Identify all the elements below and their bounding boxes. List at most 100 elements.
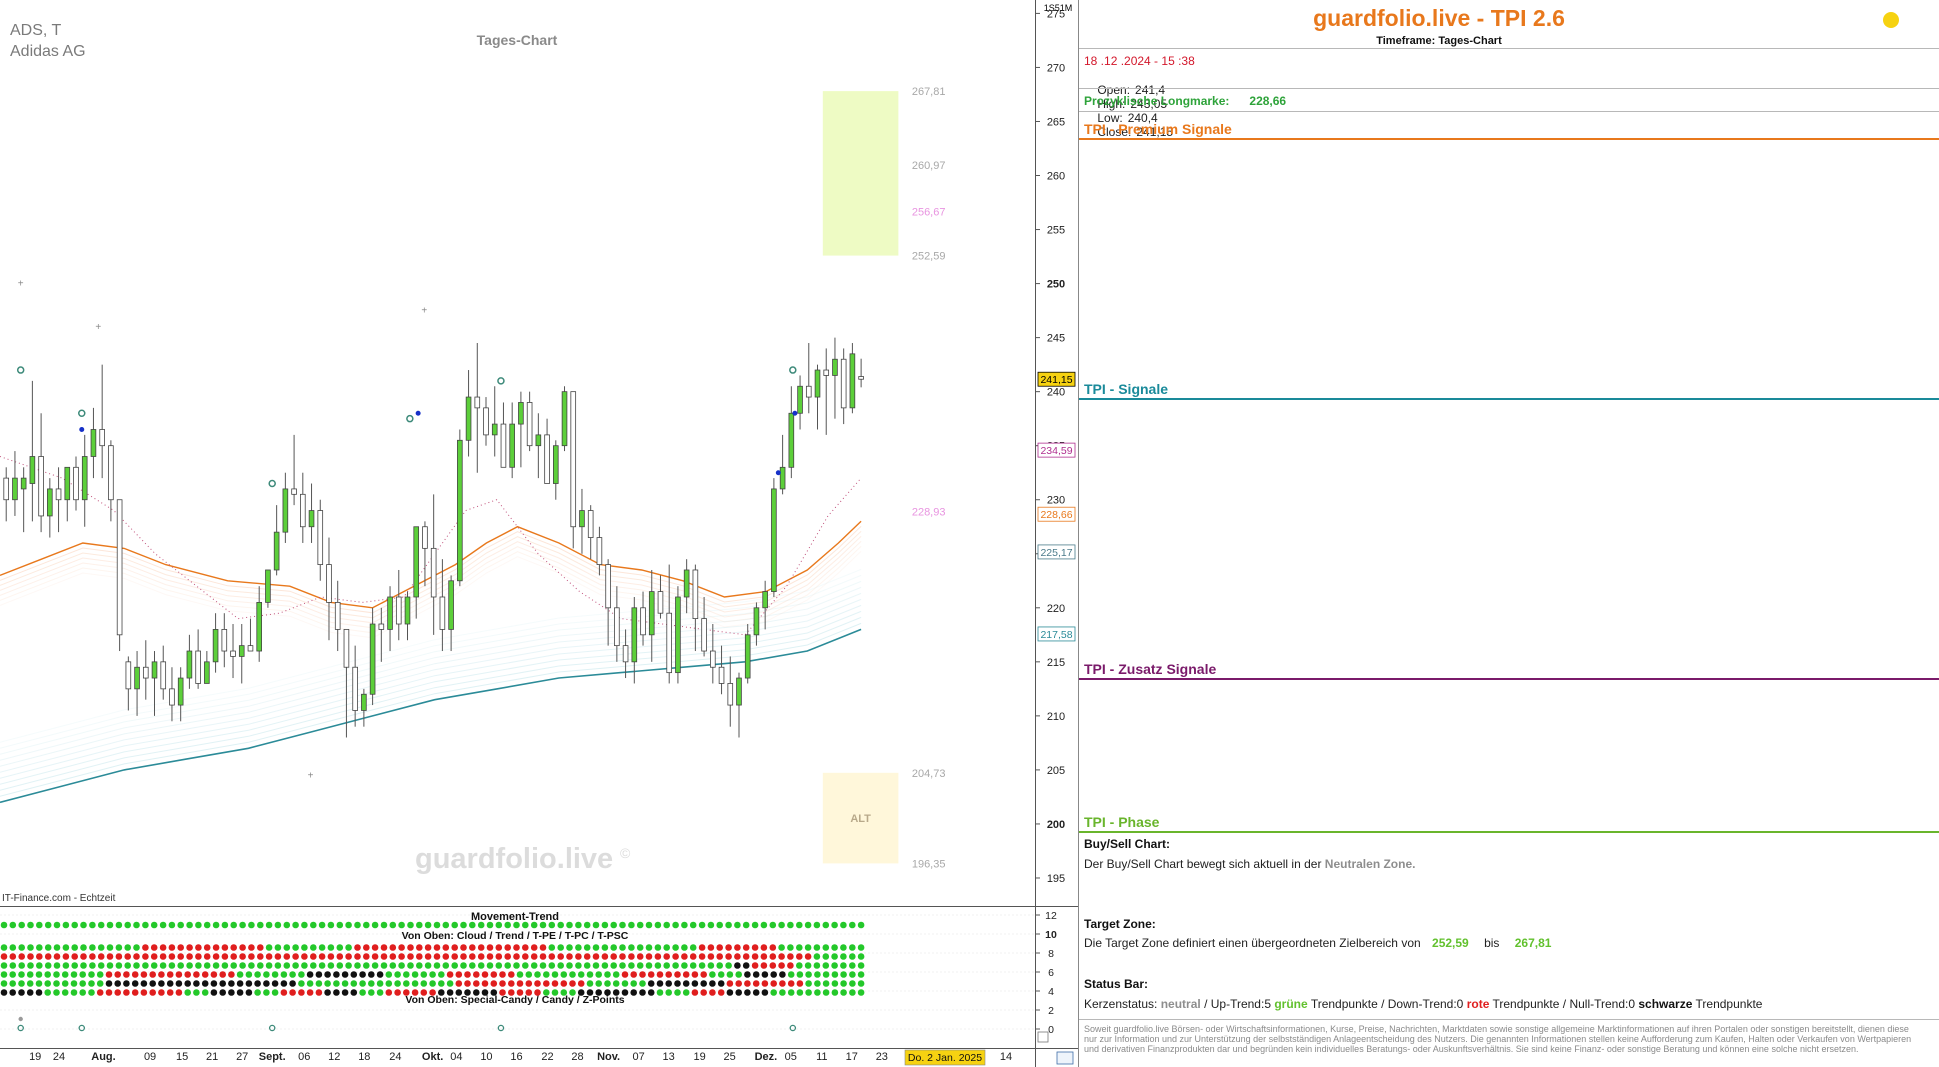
trend-dot <box>560 980 568 987</box>
trend-dot <box>742 944 750 951</box>
signal-dot-icon <box>775 470 781 476</box>
trend-dot <box>115 921 123 929</box>
zone-level-0: 267,81 <box>912 86 946 98</box>
time-tick-label: Dez. <box>755 1051 778 1063</box>
trend-dot <box>477 944 485 951</box>
trend-dot <box>123 980 130 987</box>
trend-dot <box>292 921 299 929</box>
trend-dot <box>407 944 414 951</box>
trend-dot <box>203 962 211 969</box>
trend-dot <box>557 921 564 929</box>
trend-dot <box>433 944 441 951</box>
trend-dot <box>822 944 830 951</box>
trend-dot <box>656 989 664 996</box>
candle-down <box>38 456 44 517</box>
trend-dot <box>522 921 529 929</box>
candle-up <box>535 434 542 447</box>
ema-fan-line-orange <box>0 545 862 634</box>
trend-dot <box>106 962 114 969</box>
trend-dot <box>44 944 52 951</box>
trend-dot <box>707 921 715 929</box>
trend-dot <box>159 944 167 951</box>
trend-dot <box>700 980 707 987</box>
trend-dot <box>698 953 706 960</box>
phase-heading: TPI - Phase <box>1084 814 1160 830</box>
trend-dot <box>601 921 609 929</box>
candle-up <box>648 591 655 636</box>
trend-dot <box>804 944 812 951</box>
trend-dot <box>221 921 229 929</box>
price-chart[interactable]: ADS, TAdidas AGTages-Chart1S51MALT267,81… <box>0 0 1078 1067</box>
trend-dot <box>26 989 34 996</box>
trend-dot <box>61 989 69 996</box>
company-name: Adidas AG <box>10 43 86 60</box>
trend-dot <box>560 989 568 996</box>
trend-dot <box>133 962 140 969</box>
trend-dot <box>469 962 476 969</box>
trend-dot <box>53 989 60 996</box>
time-tick-label: 17 <box>846 1051 858 1063</box>
trend-dot <box>88 989 95 996</box>
trend-dot <box>490 989 498 996</box>
candle-down <box>169 688 175 706</box>
trend-dot <box>79 980 86 987</box>
trend-dot <box>124 953 131 960</box>
trend-dot <box>612 980 620 987</box>
trend-dot <box>534 980 541 987</box>
trend-dot <box>566 921 573 929</box>
signal-dot-icon <box>79 426 85 432</box>
signal-ring-icon <box>268 479 276 488</box>
trend-dot <box>221 944 229 951</box>
trend-dot <box>363 944 370 951</box>
candle-down <box>692 569 699 620</box>
trend-dot <box>822 971 830 978</box>
trend-dot <box>97 962 105 969</box>
trend-dot <box>734 944 741 951</box>
trend-dot <box>610 944 617 951</box>
trend-dot <box>175 989 183 996</box>
candle-up <box>308 510 315 528</box>
trend-scale-box-icon <box>1037 1031 1049 1043</box>
trend-dot <box>645 953 653 960</box>
candle-up <box>177 677 184 706</box>
movement-trend-title: Movement-Trend <box>471 911 559 923</box>
trend-dot <box>27 953 34 960</box>
trend-dot <box>345 962 352 969</box>
trend-dot <box>814 989 821 996</box>
time-tick-label: 16 <box>510 1051 522 1063</box>
down-trend-suffix: Trendpunkte <box>1492 997 1560 1011</box>
trend-tick-label: 6 <box>1048 967 1054 979</box>
z-point-icon <box>268 1024 276 1032</box>
price-chart-pane[interactable]: ADS, T Adidas AG Tages-Chart 1S51M ALT 267,81… <box>0 0 1078 1067</box>
trend-dot <box>583 953 591 960</box>
candle-down <box>160 661 167 690</box>
trend-dot <box>96 980 104 987</box>
trend-dot <box>857 962 865 969</box>
trend-dot <box>416 921 423 929</box>
trend-dot <box>18 944 26 951</box>
trend-dot <box>149 989 156 996</box>
trend-dot <box>97 953 105 960</box>
trend-dot <box>257 944 264 951</box>
trend-dot <box>380 944 388 951</box>
trend-dot <box>429 971 436 978</box>
trend-dot <box>460 944 467 951</box>
trend-dot <box>212 953 220 960</box>
trend-dot <box>416 953 423 960</box>
trend-dot <box>124 944 131 951</box>
trend-dot <box>525 989 533 996</box>
candle-up <box>762 591 768 609</box>
trend-dot <box>857 921 865 929</box>
trend-dot <box>813 953 821 960</box>
price-tick-label: 195 <box>1047 873 1065 885</box>
trend-dot <box>248 921 255 929</box>
trend-dot <box>416 962 423 969</box>
trend-dot <box>292 953 299 960</box>
trend-dot <box>504 921 512 929</box>
target-to: 267,81 <box>1514 936 1552 950</box>
price-tick-label: 275 <box>1047 8 1065 20</box>
trend-dot <box>577 989 585 996</box>
trend-dot <box>645 944 653 951</box>
trend-dot <box>619 944 626 951</box>
trend-dot <box>595 989 602 996</box>
